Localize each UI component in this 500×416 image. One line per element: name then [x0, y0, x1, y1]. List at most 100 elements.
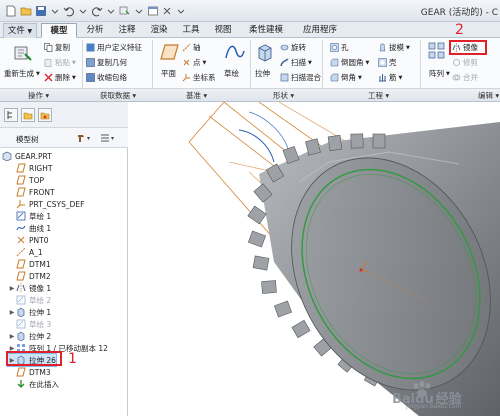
- tree-node-dtm1[interactable]: DTM1: [8, 258, 51, 270]
- tab-tools[interactable]: 工具: [176, 23, 206, 38]
- coordinate-system-button[interactable]: 坐标系: [182, 72, 216, 83]
- group-datum[interactable]: 基准 ▾: [186, 90, 207, 101]
- tree-node-sketch-1[interactable]: 草绘 1: [8, 210, 51, 222]
- model-tree-tab-icon[interactable]: [4, 108, 18, 122]
- expand-arrow-icon[interactable]: ▶: [8, 285, 16, 292]
- plane-button[interactable]: 平面: [161, 68, 176, 79]
- tab-analysis[interactable]: 分析: [80, 23, 110, 38]
- rib-button[interactable]: 筋 ▼: [378, 72, 402, 83]
- delete-button[interactable]: 删除 ▼: [44, 72, 76, 83]
- axis-button[interactable]: 轴: [182, 42, 201, 53]
- chevron-down-icon[interactable]: [104, 4, 117, 17]
- undo-icon[interactable]: [62, 4, 75, 17]
- coordinate-system-icon: [16, 199, 26, 209]
- tab-render[interactable]: 渲染: [144, 23, 174, 38]
- tree-node-top[interactable]: TOP: [8, 174, 44, 186]
- revolve-button[interactable]: 旋转: [280, 42, 306, 53]
- tab-annotate[interactable]: 注释: [112, 23, 142, 38]
- plane-icon[interactable]: [160, 43, 180, 61]
- pattern-button[interactable]: 阵列 ▼: [429, 68, 450, 79]
- tree-node-sketch-2[interactable]: 草绘 2: [8, 294, 51, 306]
- datum-plane-icon: [16, 187, 26, 197]
- extrude-icon[interactable]: [255, 42, 275, 64]
- revolve-icon: [280, 43, 289, 52]
- round-button[interactable]: 倒圆角 ▼: [330, 57, 369, 68]
- sweep-icon: [280, 58, 289, 67]
- regenerate-button[interactable]: 重新生成 ▼: [4, 68, 40, 79]
- point-button[interactable]: 点 ▼: [182, 57, 206, 68]
- redo-icon[interactable]: [90, 4, 103, 17]
- customize-toolbar-icon[interactable]: [174, 4, 187, 17]
- tree-node-mirror-1[interactable]: ▶ 镜像 1: [8, 282, 51, 294]
- favorites-tab-icon[interactable]: [38, 108, 52, 122]
- tab-flexible-modeling[interactable]: 柔性建模: [240, 23, 292, 38]
- open-folder-icon[interactable]: [19, 4, 32, 17]
- sketch-button[interactable]: 草绘: [224, 68, 239, 79]
- swept-blend-button[interactable]: 扫描混合: [280, 72, 321, 83]
- mirror-icon: [16, 283, 26, 293]
- group-shapes[interactable]: 形状 ▾: [273, 90, 294, 101]
- shrinkwrap-button[interactable]: 收缩包络: [86, 72, 127, 83]
- tab-applications[interactable]: 应用程序: [294, 23, 346, 38]
- list-icon: [101, 134, 109, 142]
- annotation-step-2: 2: [455, 22, 464, 38]
- regenerate-icon[interactable]: [118, 4, 131, 17]
- new-file-icon[interactable]: [4, 4, 17, 17]
- folder-browser-tab-icon[interactable]: [21, 108, 35, 122]
- tree-node-dtm3[interactable]: DTM3: [8, 366, 51, 378]
- draft-button[interactable]: 拔模 ▼: [378, 42, 410, 53]
- tree-show-button[interactable]: ▾: [100, 132, 114, 144]
- tree-node-sketch-3[interactable]: 草绘 3: [8, 318, 51, 330]
- tree-settings-button[interactable]: ▾: [76, 132, 90, 144]
- window-icon[interactable]: [146, 4, 159, 17]
- paste-button[interactable]: 粘贴 ▼: [44, 57, 76, 68]
- copy-icon: [44, 43, 53, 52]
- tree-node-a1[interactable]: A_1: [8, 246, 43, 258]
- ribbon-tabs: 文件 ▼ 模型 分析 注释 渲染 工具 视图 柔性建模 应用程序: [0, 22, 500, 38]
- merge-icon: [452, 73, 461, 82]
- group-engineering[interactable]: 工程 ▾: [368, 90, 389, 101]
- expand-arrow-icon[interactable]: ▶: [8, 309, 16, 316]
- close-window-icon[interactable]: [160, 4, 173, 17]
- graphics-viewport[interactable]: [129, 102, 500, 416]
- hole-button[interactable]: 孔: [330, 42, 349, 53]
- chevron-down-icon[interactable]: [48, 4, 61, 17]
- shell-button[interactable]: 壳: [378, 57, 397, 68]
- regenerate-icon[interactable]: [12, 42, 34, 64]
- tree-node-front[interactable]: FRONT: [8, 186, 55, 198]
- user-defined-feature-button[interactable]: 用户定义特征: [86, 42, 142, 53]
- pattern-icon[interactable]: [428, 42, 446, 62]
- sweep-button[interactable]: 扫描 ▼: [280, 57, 312, 68]
- copy-geometry-button[interactable]: 复制几何: [86, 57, 127, 68]
- tree-node-right[interactable]: RIGHT: [8, 162, 52, 174]
- expand-arrow-icon[interactable]: ▶: [8, 333, 16, 340]
- tree-node-csys[interactable]: PRT_CSYS_DEF: [8, 198, 84, 210]
- hole-icon: [330, 43, 339, 52]
- extrude-button[interactable]: 拉伸: [255, 68, 270, 79]
- chamfer-button[interactable]: 倒角 ▼: [330, 72, 362, 83]
- sketch-icon[interactable]: [224, 42, 246, 62]
- datum-plane-icon: [16, 259, 26, 269]
- modify-button[interactable]: 修剪: [452, 57, 478, 68]
- merge-button[interactable]: 合并: [452, 72, 478, 83]
- copy-button[interactable]: 复制: [44, 42, 70, 53]
- ribbon-separator: [322, 40, 323, 90]
- chevron-down-icon[interactable]: [132, 4, 145, 17]
- tree-node-insert-here[interactable]: 在此插入: [8, 378, 59, 390]
- group-editing[interactable]: 编辑 ▾: [478, 90, 499, 101]
- group-get-data[interactable]: 获取数据 ▾: [100, 90, 136, 101]
- tab-file[interactable]: 文件 ▼: [3, 23, 37, 38]
- save-icon[interactable]: [34, 4, 47, 17]
- gear-model-view: [188, 102, 500, 416]
- group-operations[interactable]: 操作 ▾: [28, 90, 49, 101]
- tree-node-pnt0[interactable]: PNT0: [8, 234, 49, 246]
- tree-node-curve-1[interactable]: 曲线 1: [8, 222, 51, 234]
- tree-node-extrude-1[interactable]: ▶ 拉伸 1: [8, 306, 51, 318]
- tree-node-extrude-2[interactable]: ▶ 拉伸 2: [8, 330, 51, 342]
- tab-view[interactable]: 视图: [208, 23, 238, 38]
- tree-node-root[interactable]: GEAR.PRT: [2, 150, 52, 162]
- chevron-down-icon[interactable]: [76, 4, 89, 17]
- shell-icon: [378, 58, 387, 67]
- tree-node-dtm2[interactable]: DTM2: [8, 270, 51, 282]
- tab-model[interactable]: 模型: [41, 23, 77, 38]
